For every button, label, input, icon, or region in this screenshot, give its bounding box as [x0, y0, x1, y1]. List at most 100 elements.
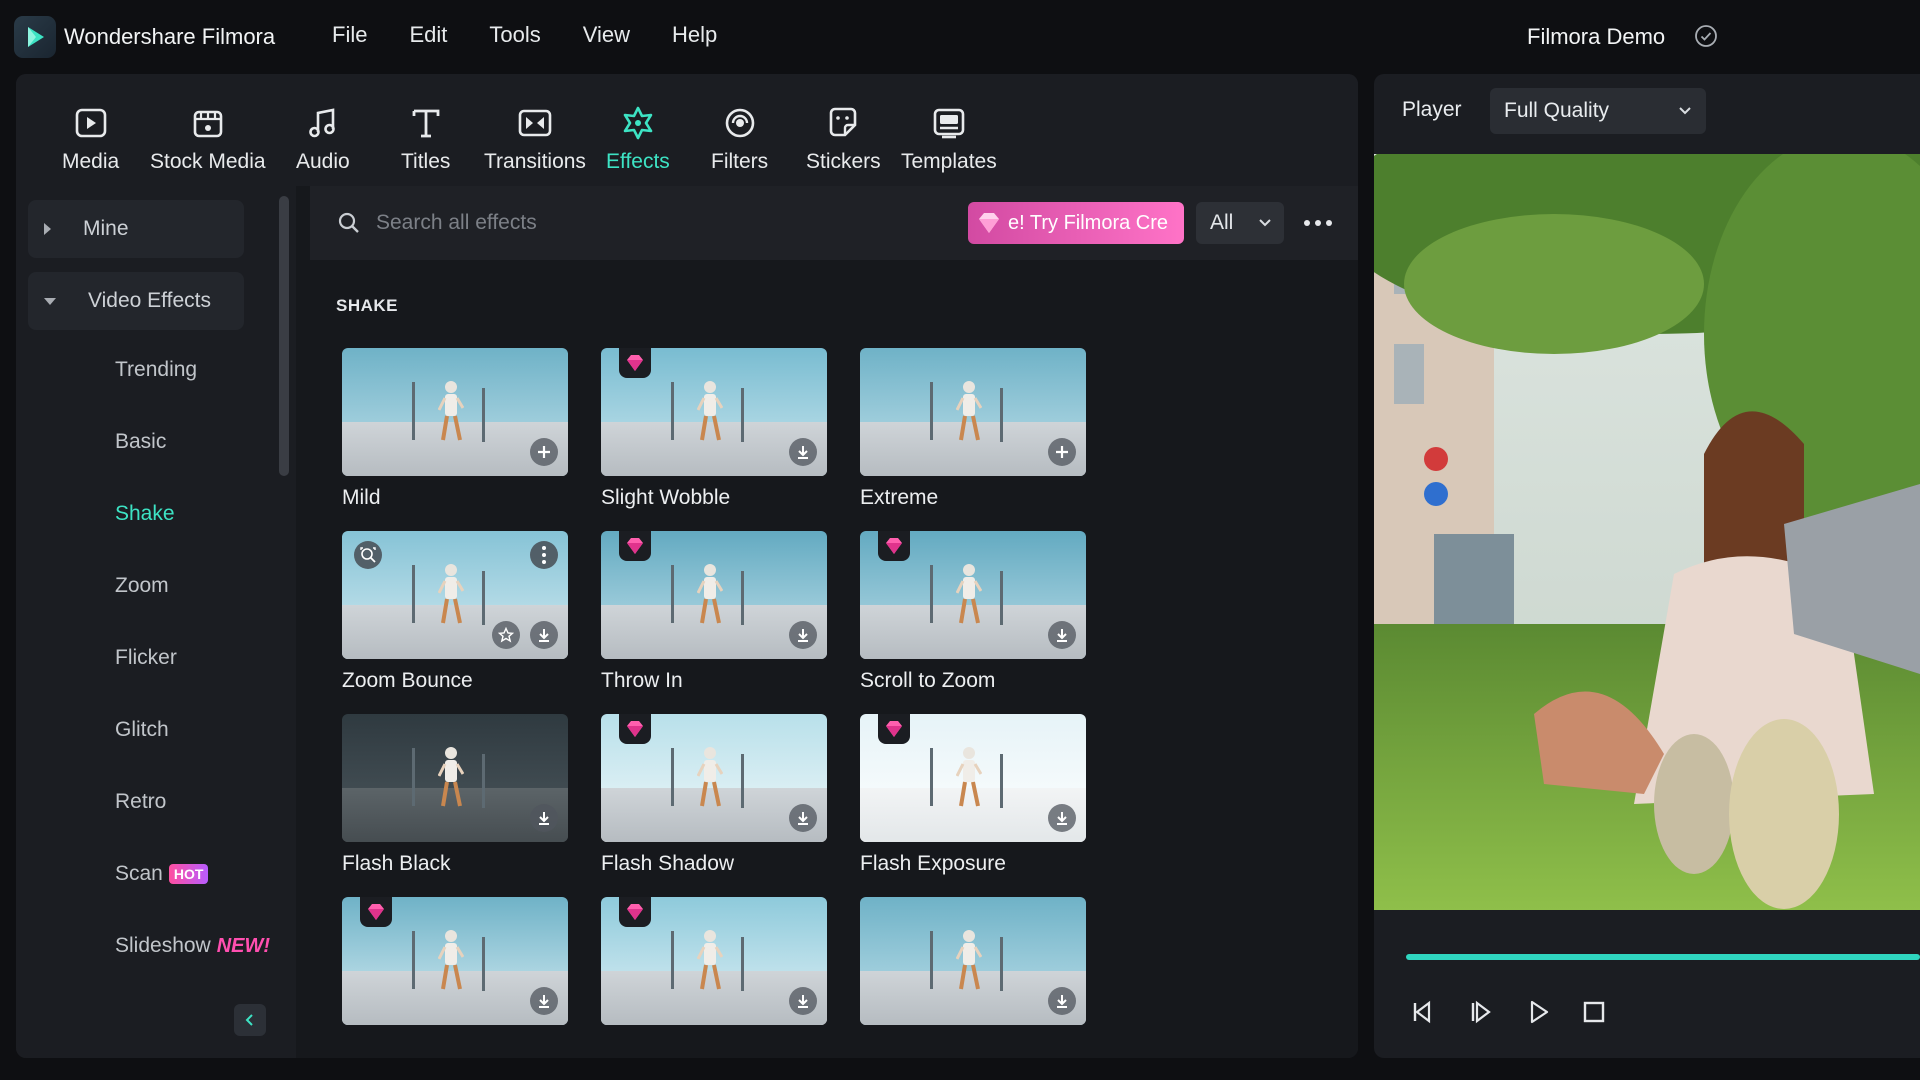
toolbar-audio-label: Audio [296, 150, 350, 173]
effects-grid: Mild Slight Wobble Extreme Zoom Bounce Throw… [342, 348, 1242, 1048]
download-effect-button[interactable] [530, 621, 558, 649]
search-input[interactable] [376, 204, 936, 242]
project-name: Filmora Demo [1527, 24, 1666, 49]
toolbar-stock-media[interactable]: Stock Media [150, 102, 266, 174]
sidebar-video-effects[interactable]: Video Effects [28, 272, 244, 330]
download-effect-button[interactable] [789, 621, 817, 649]
effect-name: Mild [342, 486, 381, 509]
effect-card[interactable]: Flash Shadow [601, 714, 827, 876]
sidebar-item-trending[interactable]: Trending [115, 358, 197, 382]
sidebar-item-retro[interactable]: Retro [115, 790, 166, 814]
stop-icon [1583, 1001, 1605, 1023]
video-preview[interactable] [1374, 154, 1920, 910]
previous-frame-button[interactable] [1404, 994, 1440, 1030]
effect-thumbnail[interactable] [860, 531, 1086, 659]
saved-check-icon[interactable] [1694, 24, 1718, 48]
toolbar-stickers-label: Stickers [806, 150, 881, 173]
play-button[interactable] [1520, 994, 1556, 1030]
media-icon [75, 108, 106, 138]
sidebar-item-label: Flicker [115, 646, 177, 669]
add-effect-button[interactable] [530, 438, 558, 466]
effect-thumbnail[interactable] [860, 348, 1086, 476]
next-frame-button[interactable] [1462, 994, 1498, 1030]
toolbar-filters[interactable]: Filters [711, 102, 768, 174]
favorite-button[interactable] [492, 621, 520, 649]
preview-frame [1374, 154, 1920, 910]
toolbar-titles[interactable]: Titles [401, 102, 450, 174]
filter-value: All [1210, 211, 1234, 234]
try-filmora-promo-button[interactable]: e! Try Filmora Cre [968, 202, 1184, 244]
collapse-sidebar-button[interactable] [234, 1004, 266, 1036]
effect-card[interactable]: Extreme [860, 348, 1086, 510]
effect-thumbnail[interactable] [860, 897, 1086, 1025]
effect-card[interactable]: Zoom Bounce [342, 531, 568, 693]
play-icon [1530, 1000, 1549, 1024]
toolbar-transitions[interactable]: Transitions [484, 102, 586, 174]
search-icon [338, 212, 359, 233]
menu-help[interactable]: Help [672, 22, 717, 48]
effect-thumbnail[interactable] [342, 714, 568, 842]
download-effect-button[interactable] [1048, 987, 1076, 1015]
quality-dropdown[interactable]: Full Quality [1490, 88, 1706, 134]
new-badge: NEW! [216, 934, 271, 957]
menu-view[interactable]: View [583, 22, 630, 48]
toolbar-media[interactable]: Media [62, 102, 119, 174]
sidebar-item-slideshow[interactable]: Slideshow NEW! [115, 934, 270, 958]
effect-card[interactable]: Mild [342, 348, 568, 510]
toolbar-filters-label: Filters [711, 150, 769, 173]
download-effect-button[interactable] [1048, 804, 1076, 832]
more-options-button[interactable] [1298, 208, 1338, 238]
sidebar-item-zoom[interactable]: Zoom [115, 574, 169, 598]
playback-progress-bar[interactable] [1406, 954, 1920, 960]
sidebar-item-label: Zoom [115, 574, 169, 597]
card-more-options-button[interactable] [530, 541, 558, 569]
sidebar-item-scan[interactable]: Scan HOT [115, 862, 209, 886]
download-effect-button[interactable] [789, 804, 817, 832]
effect-card[interactable]: Scroll to Zoom [860, 531, 1086, 693]
download-effect-button[interactable] [789, 987, 817, 1015]
effect-thumbnail[interactable] [601, 348, 827, 476]
toolbar-audio[interactable]: Audio [296, 102, 350, 174]
player-label: Player [1402, 98, 1462, 121]
effect-thumbnail[interactable] [342, 897, 568, 1025]
sidebar-item-shake[interactable]: Shake [115, 502, 175, 526]
sidebar-mine[interactable]: Mine [28, 200, 244, 258]
filter-dropdown[interactable]: All [1196, 202, 1284, 244]
effect-thumbnail[interactable] [342, 348, 568, 476]
download-effect-button[interactable] [789, 438, 817, 466]
effect-thumbnail[interactable] [342, 531, 568, 659]
sidebar-item-glitch[interactable]: Glitch [115, 718, 169, 742]
effect-card[interactable]: Throw In [601, 531, 827, 693]
effect-card[interactable] [601, 897, 827, 1035]
sidebar-item-flicker[interactable]: Flicker [115, 646, 177, 670]
sidebar-item-label: Shake [115, 502, 175, 525]
download-effect-button[interactable] [1048, 621, 1076, 649]
menu-file[interactable]: File [332, 22, 367, 48]
promo-label: e! Try Filmora Cre [1008, 211, 1169, 234]
effect-thumbnail[interactable] [860, 714, 1086, 842]
effect-thumbnail[interactable] [601, 897, 827, 1025]
download-effect-button[interactable] [530, 987, 558, 1015]
download-effect-button[interactable] [530, 804, 558, 832]
menu-tools[interactable]: Tools [489, 22, 540, 48]
sidebar-item-label: Retro [115, 790, 167, 813]
player-header: Player Full Quality [1374, 74, 1920, 154]
toolbar-transitions-label: Transitions [484, 150, 586, 173]
effect-card[interactable] [860, 897, 1086, 1035]
effect-card[interactable]: Slight Wobble [601, 348, 827, 510]
toolbar-stickers[interactable]: Stickers [806, 102, 881, 174]
add-effect-button[interactable] [1048, 438, 1076, 466]
sidebar-scrollbar[interactable] [279, 196, 289, 476]
toolbar-effects[interactable]: Effects [606, 102, 670, 174]
menu-edit[interactable]: Edit [409, 22, 447, 48]
effect-name: Flash Exposure [860, 852, 1006, 875]
effect-thumbnail[interactable] [601, 714, 827, 842]
effect-card[interactable]: Flash Exposure [860, 714, 1086, 876]
effect-thumbnail[interactable] [601, 531, 827, 659]
toolbar-templates[interactable]: Templates [901, 102, 997, 174]
effect-card[interactable] [342, 897, 568, 1035]
effect-card[interactable]: Flash Black [342, 714, 568, 876]
sidebar-item-basic[interactable]: Basic [115, 430, 166, 454]
stop-button[interactable] [1576, 994, 1612, 1030]
smart-preview-button[interactable] [354, 541, 382, 569]
